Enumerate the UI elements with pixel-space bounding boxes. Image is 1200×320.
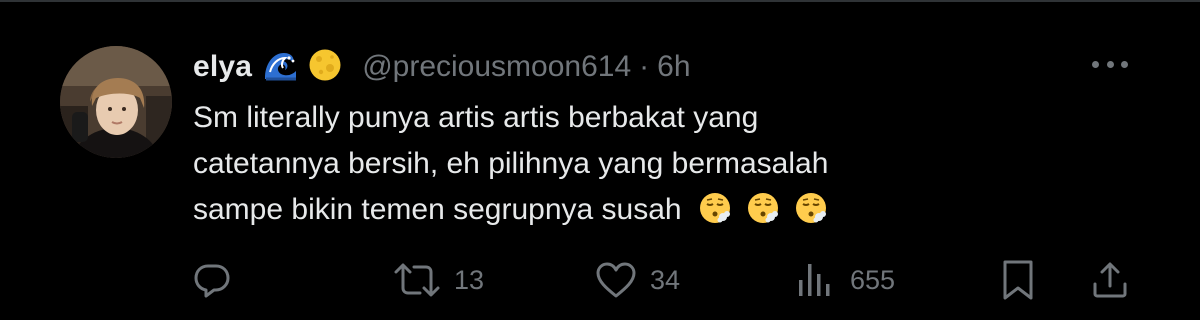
reply-button[interactable] (192, 255, 232, 305)
wave-emoji (262, 48, 298, 87)
tweet-text-line: Sm literally punya artis artis berbakat … (193, 101, 759, 134)
retweet-count: 13 (454, 264, 485, 295)
display-name[interactable]: elya (193, 50, 252, 84)
more-dot-icon (1106, 60, 1114, 68)
views-button[interactable]: 655 (796, 255, 895, 305)
retweet-button[interactable]: 13 (392, 255, 484, 305)
tweet-text-line: sampe bikin temen segrupnya susah (193, 193, 682, 226)
tweet-text: Sm literally punya artis artis berbakat … (193, 95, 1073, 233)
bookmark-icon (1003, 260, 1033, 300)
avatar[interactable] (60, 46, 172, 158)
tweet[interactable]: elya @preciousmoon614 · 6h Sm literally … (0, 0, 1200, 320)
face-exhaling-emoji (699, 193, 730, 223)
separator-dot: · (639, 50, 650, 83)
share-button[interactable] (1090, 255, 1130, 305)
more-dot-icon (1121, 60, 1128, 68)
tweet-header: elya @preciousmoon614 · 6h (193, 42, 691, 92)
full-moon-emoji (308, 48, 342, 87)
views-count: 655 (850, 264, 896, 295)
face-exhaling-emoji (747, 193, 778, 223)
face-exhaling-emoji (795, 193, 826, 223)
action-bar: 13 34 655 (0, 255, 1200, 305)
more-dot-icon (1092, 60, 1099, 68)
more-options-button[interactable] (1092, 54, 1128, 74)
timestamp[interactable]: 6h (657, 50, 690, 84)
share-icon (1093, 262, 1127, 298)
reply-icon (194, 264, 230, 298)
like-button[interactable]: 34 (594, 255, 680, 305)
heart-icon (596, 262, 636, 298)
tweet-text-line: catetannya bersih, eh pilihnya yang berm… (193, 147, 829, 180)
handle[interactable]: @preciousmoon614 (362, 50, 631, 84)
like-count: 34 (650, 264, 681, 295)
bookmark-button[interactable] (998, 255, 1038, 305)
tweet-text-line-last: sampe bikin temen segrupnya susah (193, 187, 1073, 233)
views-icon (799, 264, 830, 296)
retweet-icon (394, 263, 440, 297)
